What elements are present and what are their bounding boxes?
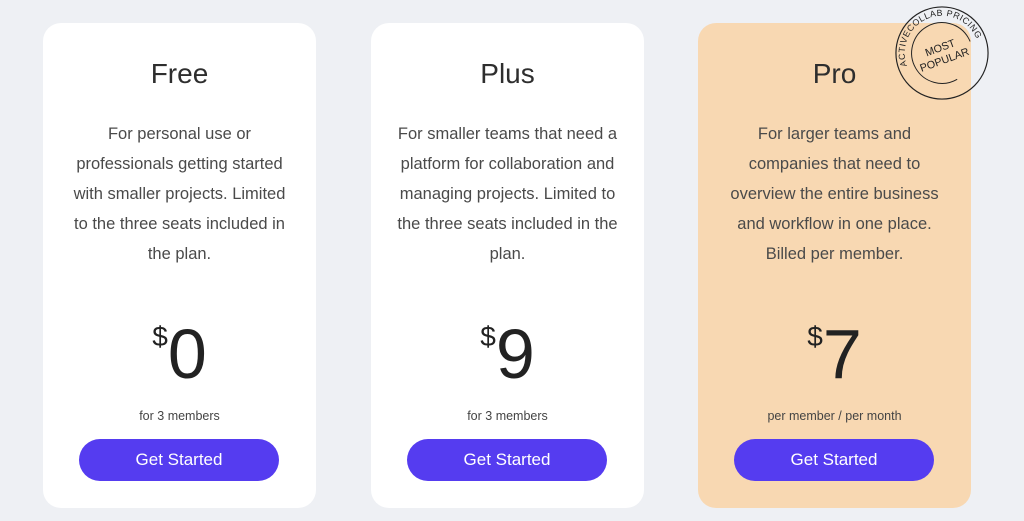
get-started-button-pro[interactable]: Get Started	[734, 439, 934, 481]
plan-title: Free	[150, 58, 209, 89]
plan-price: $7	[698, 319, 971, 389]
plan-price: $9	[371, 319, 644, 389]
plan-card-free: Free For personal use or professionals g…	[43, 23, 316, 508]
plan-title: Plus	[480, 58, 535, 89]
plan-card-plus: Plus For smaller teams that need a platf…	[371, 23, 644, 508]
most-popular-badge: ACTIVECOLLAB PRICING MOST POPULAR	[893, 4, 989, 100]
get-started-button-free[interactable]: Get Started	[79, 439, 279, 481]
plan-price: $0	[43, 319, 316, 389]
plan-description: For smaller teams that need a platform f…	[397, 125, 618, 263]
plan-description: For larger teams and companies that need…	[730, 125, 939, 263]
price-value: 9	[495, 315, 535, 393]
currency-symbol: $	[807, 321, 823, 352]
price-note: per member / per month	[767, 409, 902, 423]
price-note: for 3 members	[139, 409, 220, 423]
currency-symbol: $	[152, 321, 168, 352]
currency-symbol: $	[480, 321, 496, 352]
price-value: 0	[167, 315, 207, 393]
plan-description: For personal use or professionals gettin…	[73, 125, 286, 263]
price-value: 7	[822, 315, 862, 393]
get-started-button-plus[interactable]: Get Started	[407, 439, 607, 481]
price-note: for 3 members	[467, 409, 548, 423]
